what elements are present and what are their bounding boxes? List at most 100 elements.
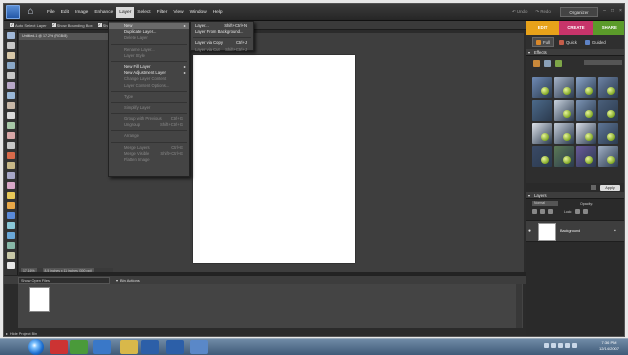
maximize-icon[interactable]: □ <box>610 8 615 14</box>
sponge-tool-icon[interactable] <box>6 252 15 259</box>
tab-create[interactable]: CREATE <box>559 21 593 35</box>
layer-styles-icon[interactable] <box>544 60 551 67</box>
subtab-full[interactable]: Full <box>532 37 554 47</box>
tray-icon[interactable] <box>558 343 563 348</box>
quick-selection-tool-icon[interactable] <box>6 102 15 109</box>
move-tool-icon[interactable] <box>6 32 15 39</box>
effect-thumbnail[interactable] <box>598 146 618 167</box>
effect-thumbnail[interactable] <box>554 123 574 144</box>
effect-thumbnail[interactable] <box>576 146 596 167</box>
effect-thumbnail[interactable] <box>598 123 618 144</box>
taskbar-app-icon[interactable] <box>141 340 159 354</box>
effect-thumbnail[interactable] <box>532 123 552 144</box>
auto-select-checkbox[interactable]: ✓ Auto Select Layer <box>10 23 47 28</box>
filters-icon[interactable] <box>533 60 540 67</box>
taskbar-app-icon[interactable] <box>50 340 68 354</box>
menu-image[interactable]: Image <box>72 7 91 18</box>
straighten-tool-icon[interactable] <box>6 142 15 149</box>
taskbar-app-icon[interactable] <box>190 340 208 354</box>
new-submenu-layer-from-background[interactable]: Layer From Background... <box>191 29 253 35</box>
tab-share[interactable]: SHARE <box>592 21 624 35</box>
magic-wand-tool-icon[interactable] <box>6 92 15 99</box>
bin-thumbnail[interactable] <box>29 287 50 312</box>
lock-transparency-icon[interactable] <box>575 209 581 214</box>
layers-panel-header[interactable]: ▾ Layers <box>526 192 624 199</box>
crop-tool-icon[interactable] <box>6 122 15 129</box>
clock[interactable]: 7:36 PM 12/14/2007 <box>592 340 626 352</box>
subtab-quick[interactable]: Quick <box>556 37 580 47</box>
effect-thumbnail[interactable] <box>532 77 552 98</box>
custom-shape-tool-icon[interactable] <box>6 232 15 239</box>
tray-icon[interactable] <box>572 343 577 348</box>
menu-window[interactable]: Window <box>187 7 210 18</box>
menu-filter[interactable]: Filter <box>154 7 171 18</box>
effect-thumbnail[interactable] <box>554 100 574 121</box>
undo-button[interactable]: ↶ Undo <box>512 9 527 15</box>
bin-select[interactable]: Show Open Files <box>18 276 110 284</box>
tray-icon[interactable] <box>565 343 570 348</box>
document-canvas[interactable] <box>193 55 355 263</box>
effect-thumbnail[interactable] <box>576 123 596 144</box>
brush-tool-icon[interactable] <box>6 202 15 209</box>
effect-thumbnail[interactable] <box>576 100 596 121</box>
new-layer-icon[interactable] <box>532 209 537 214</box>
pencil-tool-icon[interactable] <box>6 192 15 199</box>
marquee-tool-icon[interactable] <box>6 72 15 79</box>
color-swatch-tool-icon[interactable] <box>6 262 15 269</box>
effect-thumbnail[interactable] <box>532 100 552 121</box>
tray-icon[interactable] <box>544 343 549 348</box>
redo-button[interactable]: ↷ Redo <box>535 9 550 15</box>
effect-thumbnail[interactable] <box>554 146 574 167</box>
home-icon[interactable]: ⌂ <box>24 6 37 18</box>
taskbar-app-icon[interactable] <box>70 340 88 354</box>
tab-edit[interactable]: EDIT <box>526 21 560 35</box>
minimize-icon[interactable]: – <box>602 8 607 14</box>
delete-layer-icon[interactable] <box>548 209 553 214</box>
paint-bucket-tool-icon[interactable] <box>6 212 15 219</box>
bin-actions-button[interactable]: ▾ Bin Actions <box>116 278 140 283</box>
close-icon[interactable]: × <box>618 8 623 14</box>
show-bounding-checkbox[interactable]: ✓ Show Bounding Box <box>51 23 93 28</box>
menu-file[interactable]: File <box>44 7 58 18</box>
effect-thumbnail[interactable] <box>554 77 574 98</box>
effect-thumbnail[interactable] <box>576 77 596 98</box>
photo-effects-icon[interactable] <box>555 60 562 67</box>
gradient-tool-icon[interactable] <box>6 222 15 229</box>
red-eye-tool-icon[interactable] <box>6 152 15 159</box>
type-tool-icon[interactable] <box>6 112 15 119</box>
menu-view[interactable]: View <box>170 7 186 18</box>
eyedropper-tool-icon[interactable] <box>6 62 15 69</box>
cookie-cutter-tool-icon[interactable] <box>6 132 15 139</box>
menu-help[interactable]: Help <box>210 7 226 18</box>
blend-mode-select[interactable]: Normal <box>532 201 558 206</box>
clone-stamp-tool-icon[interactable] <box>6 172 15 179</box>
start-button[interactable] <box>28 339 44 355</box>
lock-all-icon[interactable] <box>583 209 589 214</box>
hand-tool-icon[interactable] <box>6 52 15 59</box>
menu-layer[interactable]: Layer <box>116 7 135 18</box>
taskbar-app-icon[interactable] <box>166 340 184 354</box>
taskbar-ie-icon[interactable] <box>93 340 111 354</box>
effect-thumbnail[interactable] <box>598 77 618 98</box>
effects-category-select[interactable] <box>584 60 622 65</box>
effect-thumbnail[interactable] <box>532 146 552 167</box>
menu-select[interactable]: Select <box>134 7 153 18</box>
apply-button[interactable]: Apply <box>600 184 620 191</box>
blur-tool-icon[interactable] <box>6 242 15 249</box>
hide-project-bin[interactable]: ▸ Hide Project Bin <box>6 331 37 337</box>
bin-scrollbar[interactable] <box>516 284 522 328</box>
taskbar-app-icon[interactable] <box>120 340 138 354</box>
zoom-tool-icon[interactable] <box>6 42 15 49</box>
layer-row[interactable]: ● Background ▪ <box>526 220 624 242</box>
spot-healing-tool-icon[interactable] <box>6 162 15 169</box>
trash-icon[interactable] <box>591 185 596 190</box>
lasso-tool-icon[interactable] <box>6 82 15 89</box>
organizer-button[interactable]: Organizer <box>560 7 598 17</box>
menu-edit[interactable]: Edit <box>58 7 72 18</box>
effect-thumbnail[interactable] <box>598 100 618 121</box>
subtab-guided[interactable]: Guided <box>582 37 609 47</box>
effects-panel-header[interactable]: ▾ Effects <box>526 49 624 56</box>
document-tab[interactable]: Untitled-1 @ 17.2% (RGB/8) <box>19 33 109 40</box>
eye-icon[interactable]: ● <box>528 229 533 234</box>
adjustment-layer-icon[interactable] <box>540 209 545 214</box>
